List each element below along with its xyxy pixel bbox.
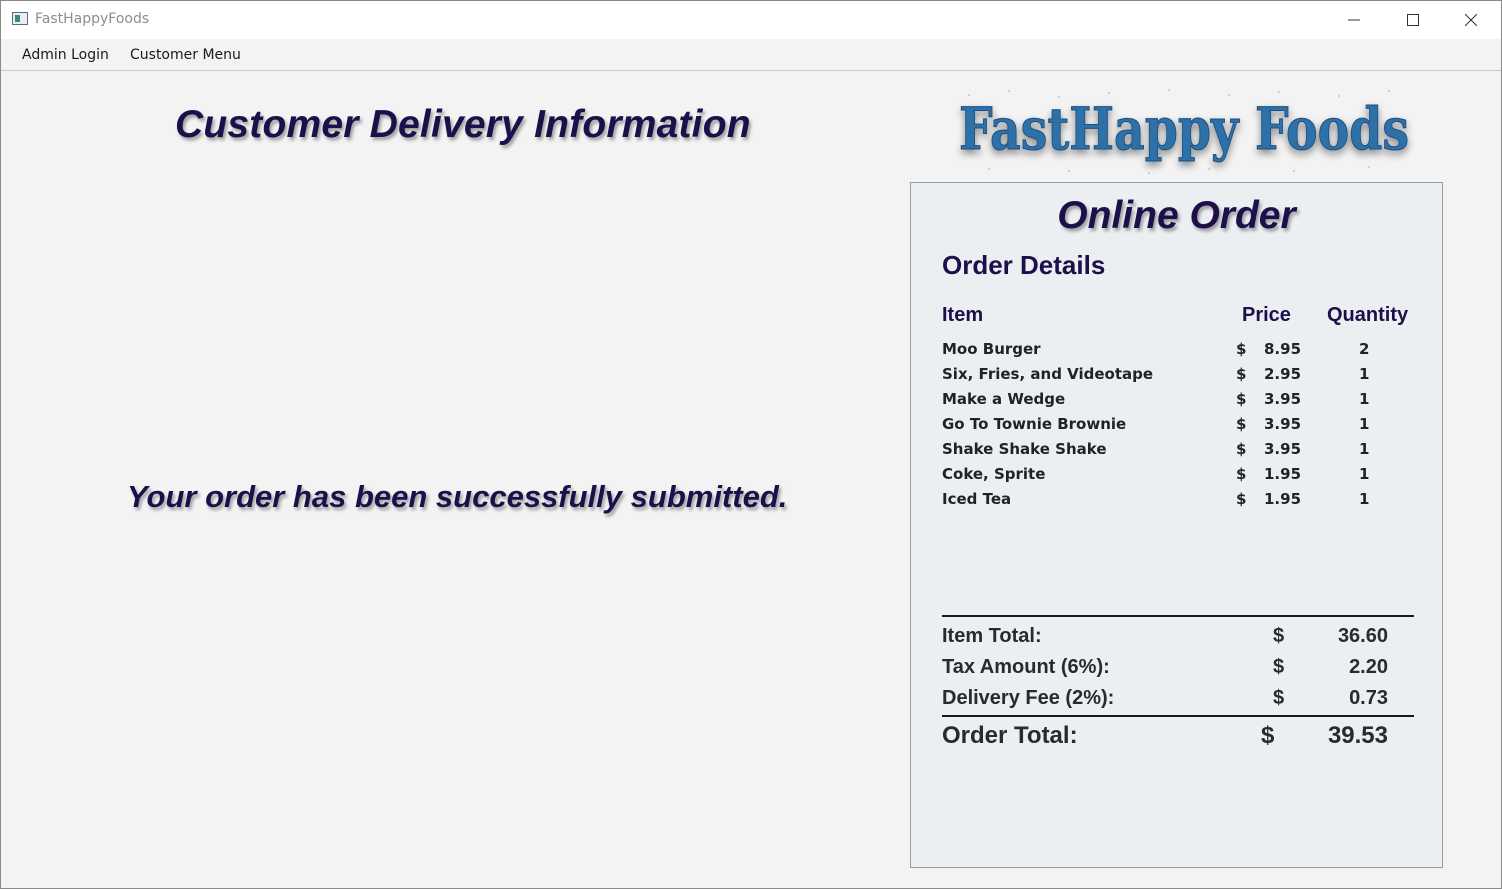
logo-text: FastHappy Foods [959,95,1409,163]
item-currency: $ [1236,465,1247,483]
item-price: 3.95 [1264,440,1302,458]
minimize-button[interactable] [1331,1,1377,39]
order-item-row: Go To Townie Brownie $ 3.95 1 [911,415,1442,440]
window-title: FastHappyFoods [35,11,150,27]
order-item-row: Shake Shake Shake $ 3.95 1 [911,440,1442,465]
order-total-currency: $ [1261,722,1275,749]
item-quantity: 1 [1359,365,1370,383]
page-title: Customer Delivery Information [175,103,751,146]
delivery-fee-label: Delivery Fee (2%): [942,687,1115,709]
item-price: 3.95 [1264,390,1302,408]
item-currency: $ [1236,415,1247,433]
item-total-currency: $ [1273,625,1285,647]
item-quantity: 1 [1359,490,1370,508]
item-price: 8.95 [1264,340,1302,358]
maximize-button[interactable] [1390,1,1436,39]
order-panel: Order Details Item Price Quantity Moo Bu… [910,182,1443,868]
column-header-item: Item [942,304,984,326]
item-price: 3.95 [1264,415,1302,433]
minimize-icon [1348,19,1360,21]
maximize-icon [1407,14,1419,26]
item-name: Shake Shake Shake [942,440,1107,458]
item-name: Iced Tea [942,490,1012,508]
item-currency: $ [1236,365,1247,383]
order-item-row: Make a Wedge $ 3.95 1 [911,390,1442,415]
tax-amount-value: 2.20 [1349,656,1388,678]
menu-bar: Admin Login Customer Menu [1,39,1501,71]
order-item-row: Iced Tea $ 1.95 1 [911,490,1442,515]
menu-customer-menu[interactable]: Customer Menu [130,47,241,63]
item-name: Coke, Sprite [942,465,1046,483]
close-button[interactable] [1448,1,1494,39]
order-total-label: Order Total: [942,722,1078,749]
order-item-row: Six, Fries, and Videotape $ 2.95 1 [911,365,1442,390]
menu-admin-login[interactable]: Admin Login [22,47,109,63]
order-item-row: Moo Burger $ 8.95 2 [911,340,1442,365]
item-currency: $ [1236,390,1247,408]
fasthappy-foods-logo: FastHappy Foods [959,89,1410,174]
online-order-heading: Online Order [1057,194,1296,237]
item-quantity: 1 [1359,440,1370,458]
item-quantity: 1 [1359,390,1370,408]
item-name: Moo Burger [942,340,1041,358]
item-currency: $ [1236,490,1247,508]
title-bar[interactable]: FastHappyFoods [1,1,1501,39]
delivery-fee-currency: $ [1273,687,1285,709]
app-icon [12,12,28,25]
item-quantity: 1 [1359,415,1370,433]
item-quantity: 1 [1359,465,1370,483]
item-currency: $ [1236,440,1247,458]
order-items-list: Moo Burger $ 8.95 2 Six, Fries, and Vide… [911,340,1442,515]
column-header-quantity: Quantity [1327,304,1409,326]
item-price: 1.95 [1264,490,1302,508]
item-price: 1.95 [1264,465,1302,483]
item-total-label: Item Total: [942,625,1042,647]
item-name: Make a Wedge [942,390,1066,408]
order-item-row: Coke, Sprite $ 1.95 1 [911,465,1442,490]
close-icon [1465,14,1477,26]
item-total-value: 36.60 [1337,625,1388,647]
item-name: Go To Townie Brownie [942,415,1127,433]
summary-divider [942,615,1414,617]
order-total-value: 39.53 [1327,722,1388,749]
column-header-price: Price [1242,304,1291,326]
total-divider [942,715,1414,717]
success-message: Your order has been successfully submitt… [127,479,788,514]
tax-amount-currency: $ [1273,656,1285,678]
item-currency: $ [1236,340,1247,358]
app-window: FastHappyFoods Admin Login Customer Menu… [0,0,1502,889]
item-price: 2.95 [1264,365,1302,383]
delivery-fee-value: 0.73 [1349,687,1388,709]
item-quantity: 2 [1359,340,1370,358]
order-details-heading: Order Details [942,250,1106,280]
item-name: Six, Fries, and Videotape [942,365,1154,383]
tax-amount-label: Tax Amount (6%): [942,656,1110,678]
